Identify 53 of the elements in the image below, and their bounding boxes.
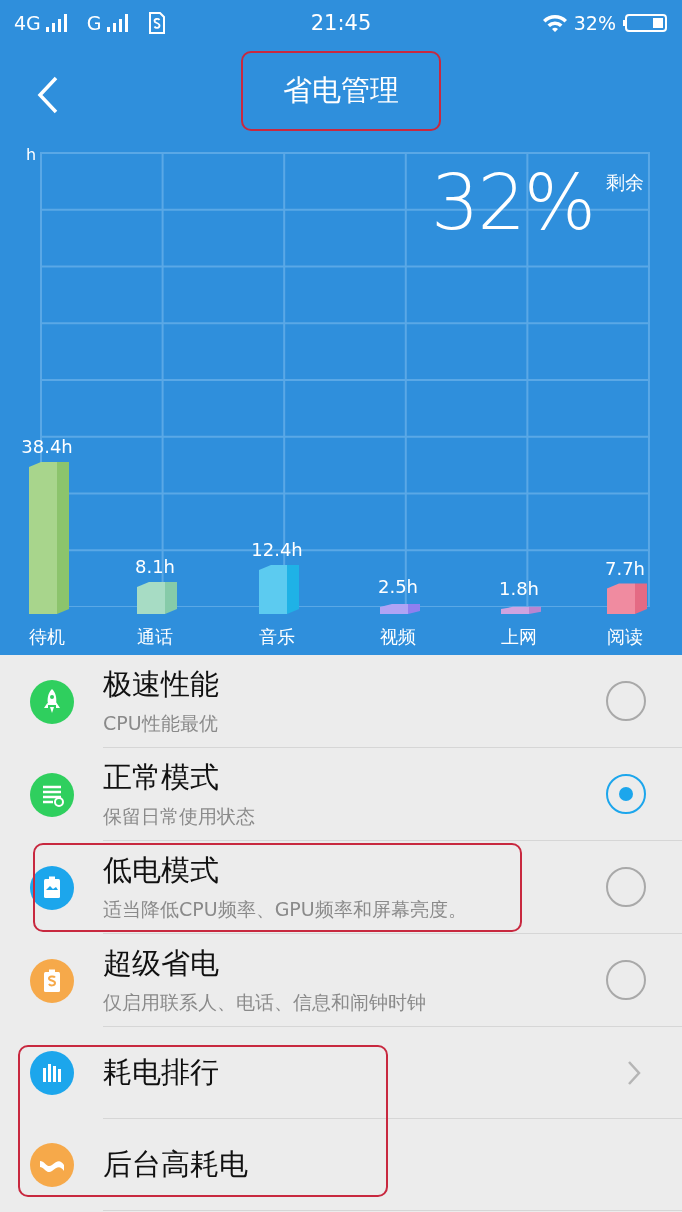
bar-value: 2.5h bbox=[378, 576, 418, 598]
bar-value: 12.4h bbox=[251, 538, 303, 560]
bar bbox=[380, 604, 420, 614]
wave-icon bbox=[30, 1143, 74, 1187]
radio-button[interactable] bbox=[606, 867, 646, 907]
battery-icon bbox=[30, 865, 74, 910]
radio-button[interactable] bbox=[606, 960, 646, 1000]
menu-label: 耗电排行 bbox=[103, 1053, 220, 1091]
network-type: G bbox=[86, 11, 102, 34]
remaining-label: 剩余 bbox=[606, 170, 644, 195]
mode-description: CPU性能最优 bbox=[103, 711, 219, 736]
radio-button[interactable] bbox=[606, 681, 646, 721]
category-label: 阅读 bbox=[607, 626, 643, 647]
unit-label: h bbox=[26, 145, 37, 164]
bar-value: 1.8h bbox=[499, 578, 539, 599]
bar bbox=[137, 581, 177, 614]
page-title: 省电管理 bbox=[241, 50, 441, 131]
mode-item[interactable]: 超级省电 仅启用联系人、电话、信息和闹钟时钟 bbox=[0, 934, 682, 1027]
mode-item[interactable]: 低电模式 适当降低CPU频率、GPU频率和屏幕亮度。 bbox=[0, 841, 682, 934]
menu-item[interactable]: 后台高耗电 bbox=[0, 1119, 682, 1211]
radio-button[interactable] bbox=[606, 774, 646, 814]
bar-value: 8.1h bbox=[135, 555, 175, 577]
list-icon bbox=[30, 772, 74, 817]
menu-item[interactable]: 耗电排行 bbox=[0, 1027, 682, 1119]
mode-item[interactable]: 极速性能 CPU性能最优 bbox=[0, 655, 682, 748]
category-label: 通话 bbox=[137, 626, 173, 647]
mode-title: 正常模式 bbox=[103, 759, 220, 796]
bar bbox=[259, 564, 299, 614]
category-label: 上网 bbox=[501, 626, 537, 647]
battery-icon bbox=[622, 12, 668, 33]
wifi-icon bbox=[541, 12, 568, 33]
mode-title: 低电模式 bbox=[103, 852, 220, 889]
network-type: 4G bbox=[14, 11, 41, 34]
clock: 21:45 bbox=[310, 10, 372, 35]
mode-title: 极速性能 bbox=[103, 666, 220, 703]
mode-description: 适当降低CPU频率、GPU频率和屏幕亮度。 bbox=[103, 897, 468, 922]
bar bbox=[607, 583, 647, 614]
bar-value: 7.7h bbox=[605, 557, 645, 579]
battery-remaining-value: 32% bbox=[431, 158, 594, 247]
mode-item[interactable]: 正常模式 保留日常使用状态 bbox=[0, 748, 682, 841]
bar-value: 38.4h bbox=[21, 435, 73, 457]
sim-card-icon bbox=[147, 11, 166, 34]
category-label: 音乐 bbox=[259, 626, 295, 647]
mode-description: 保留日常使用状态 bbox=[103, 804, 256, 829]
mode-description: 仅启用联系人、电话、信息和闹钟时钟 bbox=[103, 990, 427, 1015]
bar-chart-icon bbox=[30, 1051, 74, 1095]
battery-icon bbox=[30, 958, 74, 1003]
category-label: 待机 bbox=[29, 626, 65, 647]
mode-title: 超级省电 bbox=[103, 945, 220, 982]
battery-percentage: 32% bbox=[573, 11, 616, 34]
menu-label: 后台高耗电 bbox=[103, 1145, 249, 1183]
rocket-icon bbox=[30, 679, 74, 724]
category-label: 视频 bbox=[380, 626, 416, 647]
